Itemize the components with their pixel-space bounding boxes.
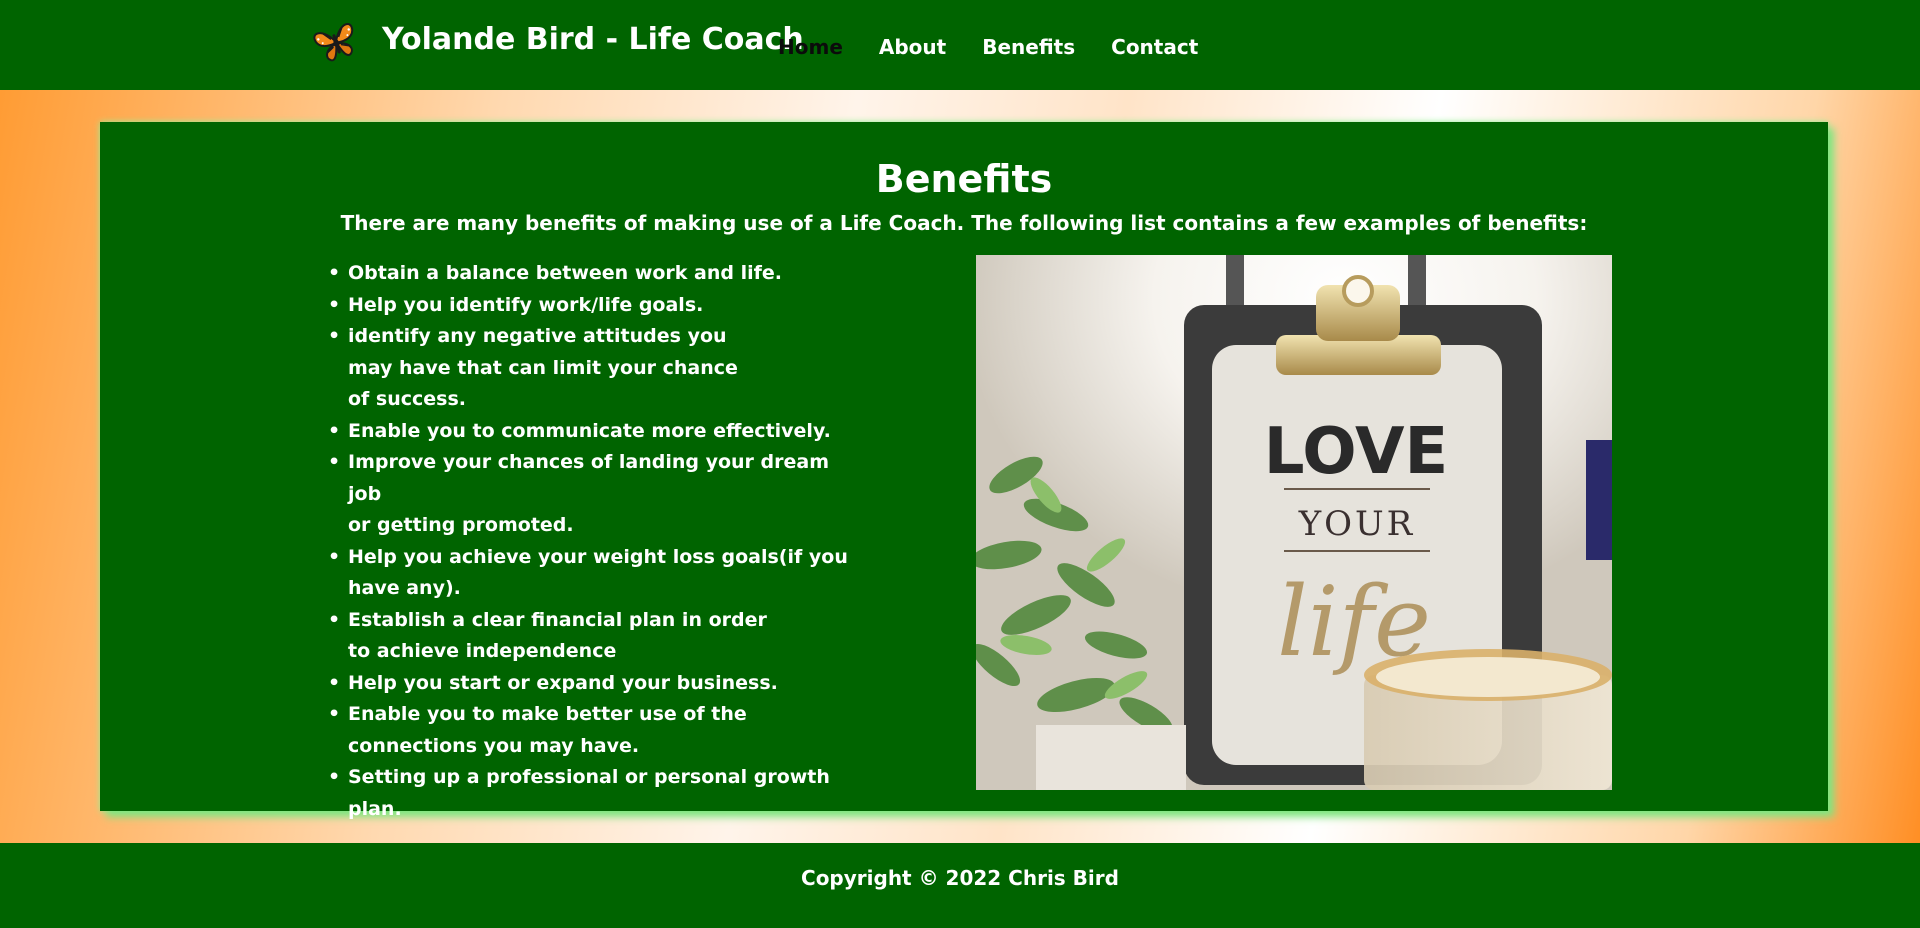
photo-love-text: LOVE [1264, 415, 1448, 489]
photo-your-text: YOUR [1298, 504, 1416, 544]
nav-home-link[interactable]: Home [778, 32, 843, 62]
list-item: Improve your chances of landing your dre… [328, 447, 868, 542]
site-footer: Copyright © 2022 Chris Bird [0, 843, 1920, 928]
list-item: Obtain a balance between work and life. [328, 258, 868, 290]
list-item: Help you start or expand your business. [328, 668, 868, 700]
list-item: Establish a clear financial plan in orde… [328, 605, 868, 668]
site-title: Yolande Bird - Life Coach [382, 22, 804, 57]
list-item: Setting up a professional or personal gr… [328, 762, 868, 825]
benefits-list: Obtain a balance between work and life. … [328, 258, 868, 825]
list-item: Help you achieve your weight loss goals(… [328, 542, 868, 605]
copyright-text: Copyright © 2022 Chris Bird [801, 866, 1119, 890]
butterfly-icon[interactable] [312, 20, 360, 64]
list-item: identify any negative attitudes you may … [328, 321, 868, 416]
nav-about-link[interactable]: About [879, 32, 946, 62]
list-item: Enable you to make better use of the con… [328, 699, 868, 762]
main-nav: Home About Benefits Contact [778, 32, 1234, 62]
nav-benefits-link[interactable]: Benefits [982, 32, 1075, 62]
benefits-section: Benefits There are many benefits of maki… [100, 122, 1828, 820]
intro-text: There are many benefits of making use of… [340, 211, 1588, 235]
site-header: Yolande Bird - Life Coach Home About Ben… [0, 0, 1920, 90]
list-item: Help you identify work/life goals. [328, 290, 868, 322]
clipboard-photo: LOVE YOUR life [976, 255, 1612, 790]
page-title: Benefits [875, 157, 1053, 201]
nav-contact-link[interactable]: Contact [1111, 32, 1198, 62]
list-item: Enable you to communicate more effective… [328, 416, 868, 448]
